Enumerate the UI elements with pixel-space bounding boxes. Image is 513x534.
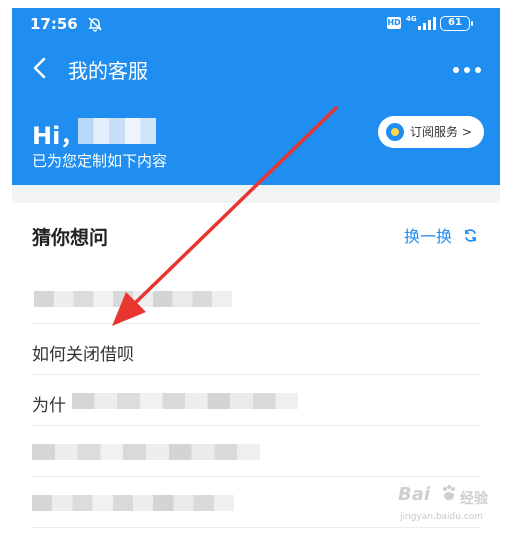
annotation-arrow [112,106,338,326]
watermark-url: jingyan.baidu.com [400,512,484,522]
paw-icon [443,485,455,500]
watermark-brand-rest: 经验 [460,491,488,507]
watermark-brand: Bai [398,484,431,505]
baidu-watermark: Bai 经验 jingyan.baidu.com [396,478,496,532]
